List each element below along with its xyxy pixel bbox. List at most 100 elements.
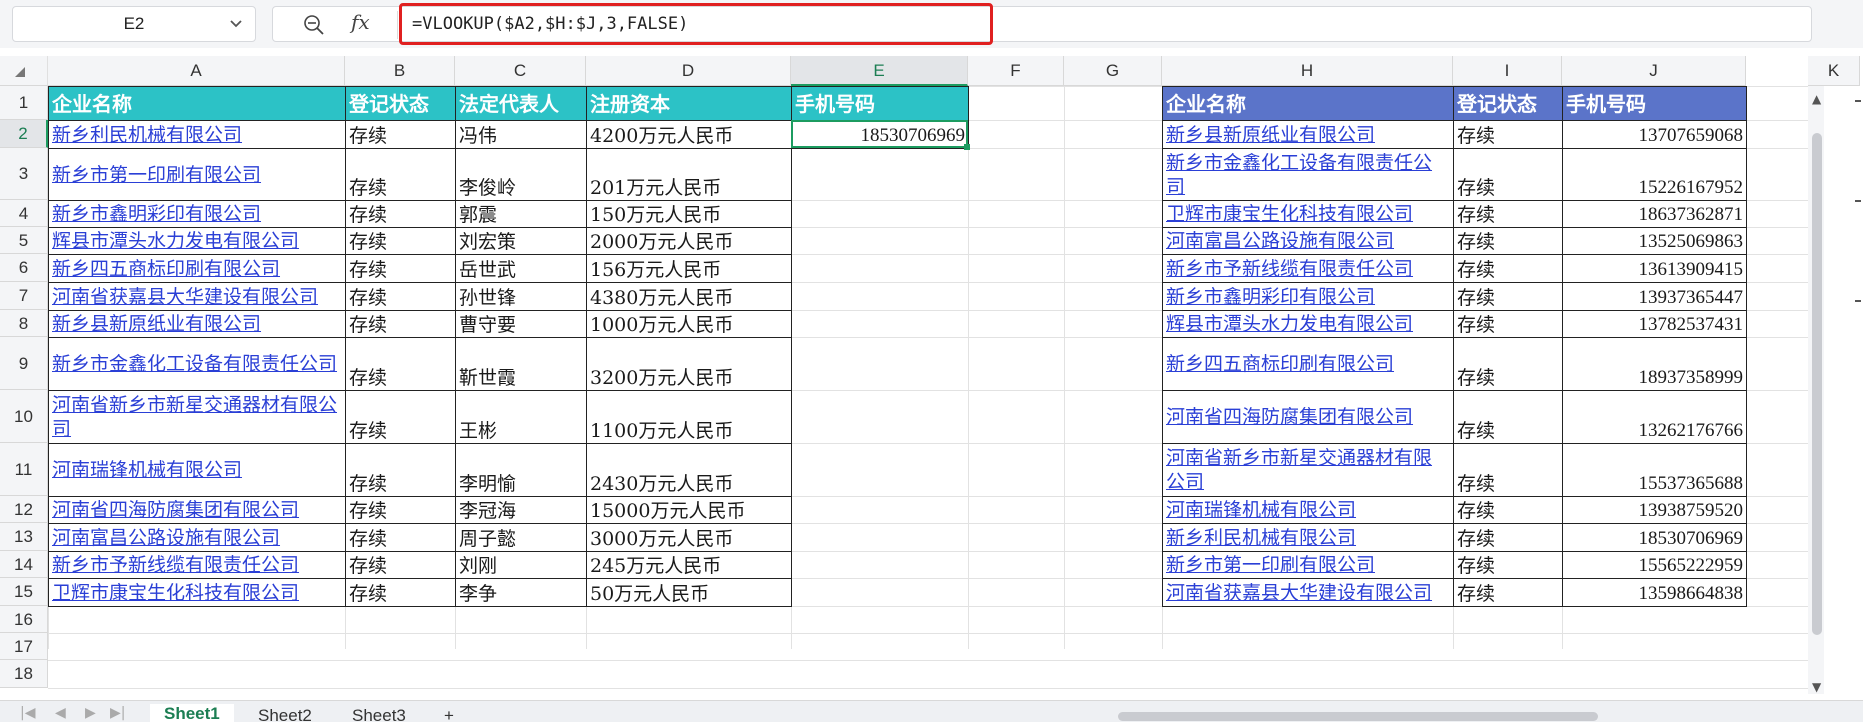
lookup-status-cell[interactable]: 存续: [1453, 390, 1563, 444]
capital-cell[interactable]: 2000万元人民币: [586, 227, 792, 255]
lookup-phone-cell[interactable]: 13938759520: [1562, 496, 1747, 524]
add-sheet-icon[interactable]: +: [444, 706, 454, 726]
column-header-f[interactable]: F: [968, 56, 1064, 86]
legal-rep-cell[interactable]: 李冠海: [455, 496, 587, 524]
lookup-status-cell[interactable]: 存续: [1453, 200, 1563, 228]
legal-rep-cell[interactable]: 岳世武: [455, 254, 587, 283]
lookup-phone-cell[interactable]: 15565222959: [1562, 551, 1747, 579]
status-cell[interactable]: 存续: [345, 443, 456, 497]
table1-header-cell[interactable]: 登记状态: [345, 86, 456, 121]
table1-header-cell[interactable]: 注册资本: [586, 86, 792, 121]
status-cell[interactable]: 存续: [345, 227, 456, 255]
row-header-16[interactable]: 16: [0, 606, 48, 633]
legal-rep-cell[interactable]: 孙世锋: [455, 282, 587, 311]
lookup-status-cell[interactable]: 存续: [1453, 578, 1563, 607]
row-header-15[interactable]: 15: [0, 578, 48, 606]
legal-rep-cell[interactable]: 李俊岭: [455, 148, 587, 201]
row-header-11[interactable]: 11: [0, 443, 48, 496]
capital-cell[interactable]: 245万元人民币: [586, 551, 792, 579]
lookup-phone-cell[interactable]: 13613909415: [1562, 254, 1747, 283]
lookup-phone-cell[interactable]: 13707659068: [1562, 120, 1747, 149]
legal-rep-cell[interactable]: 李明愉: [455, 443, 587, 497]
table2-header-cell[interactable]: 手机号码: [1562, 86, 1747, 121]
lookup-status-cell[interactable]: 存续: [1453, 148, 1563, 201]
fill-handle[interactable]: [964, 144, 970, 150]
lookup-phone-cell[interactable]: 13262176766: [1562, 390, 1747, 444]
lookup-phone-cell[interactable]: 18637362871: [1562, 200, 1747, 228]
vertical-scroll-thumb[interactable]: [1812, 133, 1822, 635]
next-sheet-icon[interactable]: ▶: [85, 705, 96, 721]
column-header-k[interactable]: K: [1808, 56, 1860, 86]
capital-cell[interactable]: 2430万元人民币: [586, 443, 792, 497]
capital-cell[interactable]: 3000万元人民币: [586, 523, 792, 552]
row-header-6[interactable]: 6: [0, 254, 48, 282]
lookup-company-link[interactable]: 新乡县新原纸业有限公司: [1162, 120, 1454, 149]
tab-sheet2[interactable]: Sheet2: [258, 706, 312, 726]
row-header-14[interactable]: 14: [0, 551, 48, 578]
company-link[interactable]: 新乡市金鑫化工设备有限责任公司: [48, 337, 346, 391]
lookup-company-link[interactable]: 新乡市金鑫化工设备有限责任公司: [1162, 148, 1454, 201]
lookup-status-cell[interactable]: 存续: [1453, 337, 1563, 391]
lookup-phone-cell[interactable]: 13782537431: [1562, 310, 1747, 338]
column-header-h[interactable]: H: [1162, 56, 1453, 86]
first-sheet-icon[interactable]: |◀: [20, 705, 35, 721]
status-cell[interactable]: 存续: [345, 310, 456, 338]
lookup-status-cell[interactable]: 存续: [1453, 254, 1563, 283]
capital-cell[interactable]: 201万元人民币: [586, 148, 792, 201]
lookup-company-link[interactable]: 新乡市鑫明彩印有限公司: [1162, 282, 1454, 311]
table1-header-cell[interactable]: 企业名称: [48, 86, 346, 121]
lookup-status-cell[interactable]: 存续: [1453, 523, 1563, 552]
legal-rep-cell[interactable]: 靳世霞: [455, 337, 587, 391]
status-cell[interactable]: 存续: [345, 523, 456, 552]
company-link[interactable]: 新乡利民机械有限公司: [48, 120, 346, 149]
lookup-company-link[interactable]: 新乡四五商标印刷有限公司: [1162, 337, 1454, 391]
status-cell[interactable]: 存续: [345, 200, 456, 228]
lookup-company-link[interactable]: 卫辉市康宝生化科技有限公司: [1162, 200, 1454, 228]
company-link[interactable]: 辉县市潭头水力发电有限公司: [48, 227, 346, 255]
legal-rep-cell[interactable]: 郭震: [455, 200, 587, 228]
company-link[interactable]: 河南省新乡市新星交通器材有限公司: [48, 390, 346, 444]
row-header-18[interactable]: 18: [0, 660, 48, 688]
status-cell[interactable]: 存续: [345, 578, 456, 607]
column-header-e[interactable]: E: [791, 56, 968, 86]
formula-bar[interactable]: fx =VLOOKUP($A2,$H:$J,3,FALSE): [272, 3, 1812, 45]
lookup-phone-cell[interactable]: 15537365688: [1562, 443, 1747, 497]
capital-cell[interactable]: 4380万元人民币: [586, 282, 792, 311]
lookup-phone-cell[interactable]: 13525069863: [1562, 227, 1747, 255]
lookup-company-link[interactable]: 河南省四海防腐集团有限公司: [1162, 390, 1454, 444]
scroll-down-icon[interactable]: ▼: [1812, 680, 1821, 694]
status-cell[interactable]: 存续: [345, 282, 456, 311]
row-header-1[interactable]: 1: [0, 86, 48, 120]
lookup-company-link[interactable]: 辉县市潭头水力发电有限公司: [1162, 310, 1454, 338]
company-link[interactable]: 河南省四海防腐集团有限公司: [48, 496, 346, 524]
lookup-status-cell[interactable]: 存续: [1453, 551, 1563, 579]
company-link[interactable]: 新乡市予新线缆有限责任公司: [48, 551, 346, 579]
row-header-5[interactable]: 5: [0, 227, 48, 254]
company-link[interactable]: 卫辉市康宝生化科技有限公司: [48, 578, 346, 607]
row-header-17[interactable]: 17: [0, 633, 48, 660]
company-link[interactable]: 河南省获嘉县大华建设有限公司: [48, 282, 346, 311]
lookup-status-cell[interactable]: 存续: [1453, 310, 1563, 338]
lookup-status-cell[interactable]: 存续: [1453, 227, 1563, 255]
company-link[interactable]: 新乡市鑫明彩印有限公司: [48, 200, 346, 228]
legal-rep-cell[interactable]: 周子懿: [455, 523, 587, 552]
table1-header-cell[interactable]: 法定代表人: [455, 86, 587, 121]
company-link[interactable]: 新乡四五商标印刷有限公司: [48, 254, 346, 283]
name-box[interactable]: E2: [12, 6, 256, 42]
legal-rep-cell[interactable]: 李争: [455, 578, 587, 607]
lookup-status-cell[interactable]: 存续: [1453, 120, 1563, 149]
lookup-company-link[interactable]: 新乡市第一印刷有限公司: [1162, 551, 1454, 579]
capital-cell[interactable]: 50万元人民币: [586, 578, 792, 607]
capital-cell[interactable]: 4200万元人民币: [586, 120, 792, 149]
column-header-i[interactable]: I: [1453, 56, 1562, 86]
fx-icon[interactable]: fx: [351, 10, 370, 34]
legal-rep-cell[interactable]: 冯伟: [455, 120, 587, 149]
chevron-down-icon[interactable]: [227, 15, 245, 33]
status-cell[interactable]: 存续: [345, 337, 456, 391]
lookup-company-link[interactable]: 新乡利民机械有限公司: [1162, 523, 1454, 552]
select-all-corner[interactable]: [0, 56, 48, 86]
formula-input[interactable]: =VLOOKUP($A2,$H:$J,3,FALSE): [399, 3, 993, 45]
legal-rep-cell[interactable]: 刘刚: [455, 551, 587, 579]
row-header-4[interactable]: 4: [0, 200, 48, 227]
status-cell[interactable]: 存续: [345, 120, 456, 149]
